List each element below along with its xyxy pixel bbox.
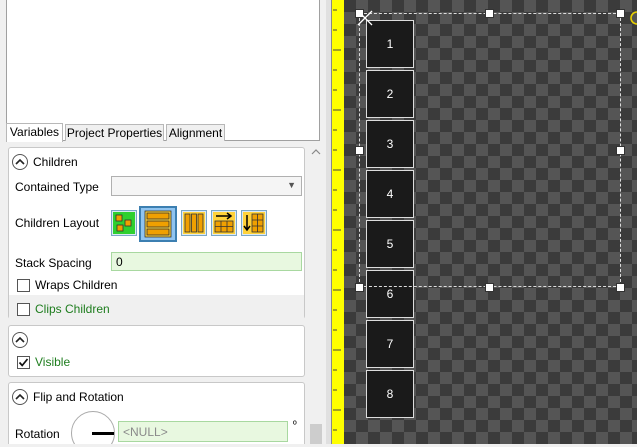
vertical-stack-icon bbox=[144, 210, 172, 238]
layout-top-to-bottom-button[interactable] bbox=[139, 206, 177, 242]
explorer-tree-area[interactable] bbox=[6, 0, 320, 141]
children-header[interactable]: Children bbox=[12, 152, 78, 172]
list-item[interactable]: 7 bbox=[366, 320, 414, 368]
scrollbar-thumb[interactable] bbox=[310, 424, 322, 444]
resize-handle-left[interactable] bbox=[355, 146, 364, 155]
horizontal-stack-icon bbox=[183, 212, 205, 234]
layout-grid-horizontal-button[interactable] bbox=[211, 210, 237, 236]
visible-label: Visible bbox=[35, 355, 71, 369]
contained-type-combo[interactable]: ▼ bbox=[111, 176, 302, 196]
rotate-handle-icon[interactable] bbox=[628, 10, 637, 26]
selection-rectangle bbox=[359, 13, 621, 287]
stack-spacing-input[interactable]: 0 bbox=[111, 252, 302, 271]
wraps-children-checkbox[interactable] bbox=[17, 279, 30, 292]
properties-panel: Variables Project Properties Alignment C… bbox=[0, 0, 326, 444]
scroll-up-arrow-icon[interactable] bbox=[308, 146, 324, 158]
rotation-label: Rotation bbox=[15, 427, 60, 441]
grid-vertical-icon bbox=[243, 212, 265, 234]
wraps-children-label: Wraps Children bbox=[35, 278, 118, 292]
flip-rotation-header[interactable]: Flip and Rotation bbox=[12, 387, 124, 407]
tab-variables[interactable]: Variables bbox=[6, 123, 63, 142]
grid-horizontal-icon bbox=[213, 212, 235, 234]
collapse-chevron-icon[interactable] bbox=[12, 332, 28, 348]
children-title: Children bbox=[33, 155, 78, 169]
flip-rotation-title: Flip and Rotation bbox=[33, 390, 124, 404]
clips-children-checkbox[interactable] bbox=[17, 303, 30, 316]
checkmark-icon bbox=[18, 358, 29, 367]
resize-handle-top[interactable] bbox=[485, 9, 494, 18]
dial-needle-icon bbox=[92, 432, 114, 435]
children-section: Children Contained Type ▼ Children Layou… bbox=[8, 147, 305, 319]
origin-cross-icon bbox=[357, 10, 373, 26]
rotation-dial[interactable] bbox=[71, 411, 115, 444]
resize-handle-top-right[interactable] bbox=[616, 9, 625, 18]
chevron-down-icon: ▼ bbox=[287, 180, 296, 190]
layout-free-button[interactable] bbox=[111, 210, 137, 236]
list-item[interactable]: 8 bbox=[366, 370, 414, 418]
variables-panel: Children Contained Type ▼ Children Layou… bbox=[6, 142, 308, 444]
resize-handle-bottom[interactable] bbox=[485, 283, 494, 292]
tab-project-properties[interactable]: Project Properties bbox=[65, 124, 164, 141]
collapse-chevron-icon[interactable] bbox=[12, 389, 28, 405]
visible-checkbox[interactable] bbox=[17, 356, 30, 369]
visibility-header[interactable] bbox=[12, 330, 28, 350]
collapse-chevron-icon[interactable] bbox=[12, 154, 28, 170]
children-layout-buttons bbox=[111, 206, 281, 242]
resize-handle-bottom-left[interactable] bbox=[355, 283, 364, 292]
layout-left-to-right-button[interactable] bbox=[181, 210, 207, 236]
vertical-ruler bbox=[331, 0, 344, 444]
panel-scrollbar[interactable] bbox=[308, 142, 324, 444]
degree-symbol: º bbox=[293, 420, 297, 431]
resize-handle-right[interactable] bbox=[616, 146, 625, 155]
tab-alignment[interactable]: Alignment bbox=[166, 124, 225, 141]
contained-type-label: Contained Type bbox=[15, 180, 99, 194]
clips-children-label: Clips Children bbox=[35, 302, 110, 316]
resize-handle-bottom-right[interactable] bbox=[616, 283, 625, 292]
free-layout-icon bbox=[113, 212, 135, 234]
layout-grid-vertical-button[interactable] bbox=[241, 210, 267, 236]
visibility-section: Visible bbox=[8, 325, 305, 377]
children-layout-label: Children Layout bbox=[15, 216, 100, 230]
rotation-input[interactable]: <NULL> bbox=[118, 421, 288, 442]
flip-rotation-section: Flip and Rotation Rotation <NULL> º bbox=[8, 382, 305, 444]
stack-spacing-label: Stack Spacing bbox=[15, 256, 92, 270]
